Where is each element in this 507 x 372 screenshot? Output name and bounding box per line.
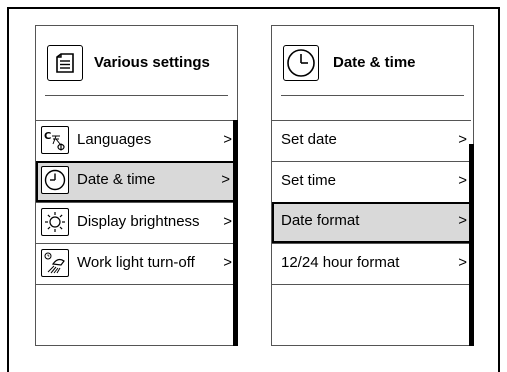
panel-header: Date & time [272,26,473,96]
chevron-right-icon: > [458,212,467,229]
chevron-right-icon: > [458,131,467,148]
chevron-right-icon: > [223,213,232,230]
menu-item-label: Date format [281,212,360,229]
chevron-right-icon: > [458,254,467,271]
menu-item-date-time[interactable]: Date & time > [36,161,235,202]
sun-icon [41,208,69,236]
scrollbar[interactable] [233,120,238,346]
menu-item-set-date[interactable]: Set date > [272,120,471,161]
chevron-right-icon: > [223,254,232,271]
chevron-right-icon: > [458,172,467,189]
panel-header: Various settings [36,26,237,96]
header-divider [281,95,464,96]
menu-item-label: Set date [281,131,337,148]
date-time-panel: Date & time Set date > Set time > Date f… [271,25,474,346]
menu-item-label: Set time [281,172,337,189]
menu-item-label: Date & time [77,171,156,188]
menu-item-label: Languages [77,131,152,148]
menu-item-work-light-turn-off[interactable]: Work light turn-off > [36,243,235,284]
menu-item-label: Display brightness [77,213,200,230]
chevron-right-icon: > [223,131,232,148]
list-end-divider [272,284,471,285]
panel-title: Various settings [94,54,210,71]
chevron-right-icon: > [221,171,230,188]
various-settings-panel: Various settings C Languages > Date & ti… [35,25,238,346]
header-divider [45,95,228,96]
document-icon [47,45,83,81]
menu-item-languages[interactable]: C Languages > [36,120,235,161]
list-end-divider [36,284,235,285]
svg-text:C: C [44,131,51,142]
panel-title: Date & time [333,54,416,71]
clock-icon [283,45,319,81]
menu-item-date-format[interactable]: Date format > [272,202,471,243]
scrollbar[interactable] [469,144,474,346]
menu-item-12-24-hour-format[interactable]: 12/24 hour format > [272,243,471,284]
clock-icon [41,166,69,194]
language-icon: C [41,126,69,154]
menu-item-set-time[interactable]: Set time > [272,161,471,202]
menu-item-label: 12/24 hour format [281,254,400,271]
work-light-icon [41,249,69,277]
menu-item-label: Work light turn-off [77,254,195,271]
menu-item-display-brightness[interactable]: Display brightness > [36,202,235,243]
